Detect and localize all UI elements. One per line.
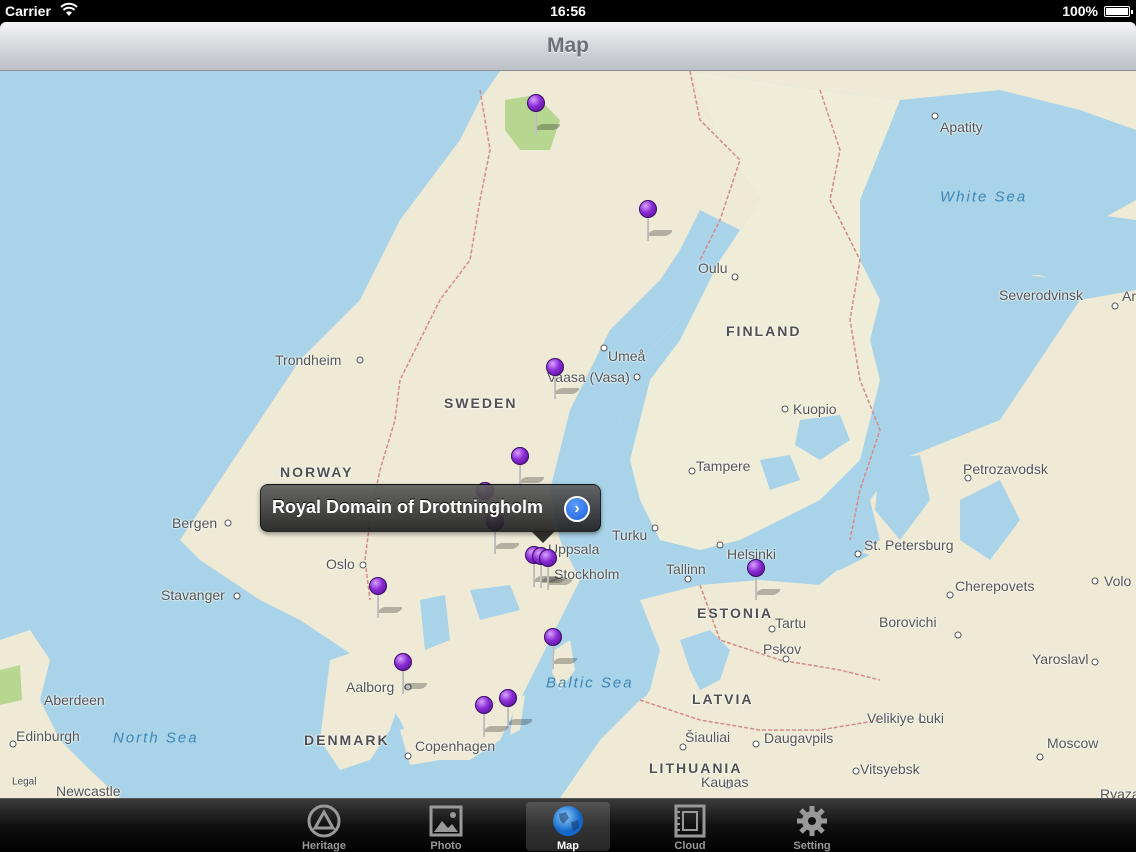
- city-label-volo: Volo: [1104, 573, 1132, 589]
- tab-label: Photo: [430, 840, 462, 852]
- city-label-kaunas: Kaunas: [701, 774, 749, 790]
- city-label-st-petersburg: St. Petersburg: [864, 537, 954, 553]
- sea-label-north-sea: North Sea: [113, 729, 199, 747]
- city-label-edinburgh: Edinburgh: [16, 728, 80, 744]
- heritage-pin[interactable]: [394, 653, 429, 695]
- cloud-icon: [673, 804, 707, 838]
- city-label-moscow: Moscow: [1047, 735, 1099, 751]
- city-label-vitsyebsk: Vitsyebsk: [860, 761, 920, 777]
- city-label-daugavpils: Daugavpils: [764, 730, 834, 746]
- city-label-ryaza: Ryaza: [1100, 786, 1136, 798]
- tab-bar: Heritage Photo Map Cloud Setting: [0, 798, 1136, 852]
- heritage-pin[interactable]: [546, 358, 581, 400]
- tab-map[interactable]: Map: [526, 802, 610, 852]
- city-label-kuopio: Kuopio: [793, 401, 837, 417]
- tab-cloud[interactable]: Cloud: [648, 802, 732, 852]
- city-label-ar: Ar: [1122, 288, 1136, 304]
- tab-label: Cloud: [674, 840, 706, 852]
- heritage-pin[interactable]: [511, 447, 546, 489]
- city-label-stavanger: Stavanger: [161, 587, 225, 603]
- tab-label: Setting: [793, 840, 831, 852]
- city-label-yaroslavl: Yaroslavl: [1032, 651, 1089, 667]
- city-label-umea: Umeå: [608, 348, 646, 364]
- tab-photo[interactable]: Photo: [404, 802, 488, 852]
- country-label-estonia: ESTONIA: [697, 605, 773, 621]
- city-label-newcastle: Newcastle upon Tyne: [56, 783, 121, 798]
- legal-link[interactable]: Legal: [12, 777, 36, 788]
- city-label-tartu: Tartu: [775, 615, 807, 631]
- city-label-aalborg: Aalborg: [346, 679, 395, 695]
- heritage-pin[interactable]: [747, 559, 782, 601]
- city-label-velikiye-luki: Velikiye Luki: [867, 710, 945, 726]
- heritage-pin[interactable]: [475, 696, 510, 738]
- globe-icon: [551, 804, 585, 838]
- city-label-tampere: Tampere: [696, 458, 751, 474]
- clock: 16:56: [550, 3, 586, 19]
- navigation-bar: Map: [0, 22, 1136, 71]
- heritage-icon: [307, 804, 341, 838]
- heritage-pin[interactable]: [639, 200, 674, 242]
- city-label-oslo: Oslo: [326, 556, 355, 572]
- heritage-pin[interactable]: [527, 94, 562, 136]
- city-label-copenhagen: Copenhagen: [415, 738, 496, 754]
- country-label-norway: NORWAY: [280, 464, 354, 480]
- tab-setting[interactable]: Setting: [770, 802, 854, 852]
- city-label-oulu: Oulu: [698, 260, 728, 276]
- city-label-petrozavodsk: Petrozavodsk: [963, 461, 1048, 477]
- city-label-apatity: Apatity: [940, 119, 983, 135]
- tab-label: Heritage: [301, 840, 347, 852]
- map-view[interactable]: FINLAND SWEDEN NORWAY ESTONIA LATVIA LIT…: [0, 71, 1136, 798]
- disclosure-arrow-icon[interactable]: ›: [564, 496, 590, 522]
- pin-callout[interactable]: Royal Domain of Drottningholm ›: [260, 484, 601, 543]
- city-label-severodvinsk: Severodvinsk: [999, 287, 1084, 303]
- battery-icon: [1104, 6, 1133, 17]
- city-label-aberdeen: Aberdeen: [44, 692, 105, 708]
- heritage-pin[interactable]: [369, 577, 404, 619]
- city-label-cherepovets: Cherepovets: [955, 578, 1035, 594]
- city-label-tallinn: Tallinn: [666, 561, 706, 577]
- status-bar: Carrier 16:56 100%: [0, 0, 1136, 22]
- photo-icon: [429, 804, 463, 838]
- city-label-bergen: Bergen: [172, 515, 218, 531]
- city-label-borovichi: Borovichi: [879, 614, 937, 630]
- tab-label: Map: [557, 840, 579, 852]
- heritage-pin[interactable]: [539, 549, 574, 591]
- heritage-pin[interactable]: [544, 628, 579, 670]
- country-label-finland: FINLAND: [726, 323, 802, 339]
- city-label-turku: Turku: [612, 527, 648, 543]
- gear-icon: [795, 804, 829, 838]
- sea-label-baltic-sea: Baltic Sea: [546, 674, 634, 692]
- city-label-pskov: Pskov: [763, 641, 802, 657]
- city-label-trondheim: Trondheim: [275, 352, 342, 368]
- tab-heritage[interactable]: Heritage: [282, 802, 366, 852]
- callout-title: Royal Domain of Drottningholm: [272, 497, 543, 517]
- city-label-siauliai: Šiauliai: [685, 729, 731, 745]
- battery-percent: 100%: [1062, 3, 1098, 19]
- sea-label-white-sea: White Sea: [940, 188, 1028, 206]
- country-label-denmark: DENMARK: [304, 732, 390, 748]
- country-label-latvia: LATVIA: [692, 691, 754, 707]
- country-label-sweden: SWEDEN: [444, 395, 518, 411]
- page-title: Map: [547, 34, 589, 57]
- heritage-pin[interactable]: [499, 689, 534, 731]
